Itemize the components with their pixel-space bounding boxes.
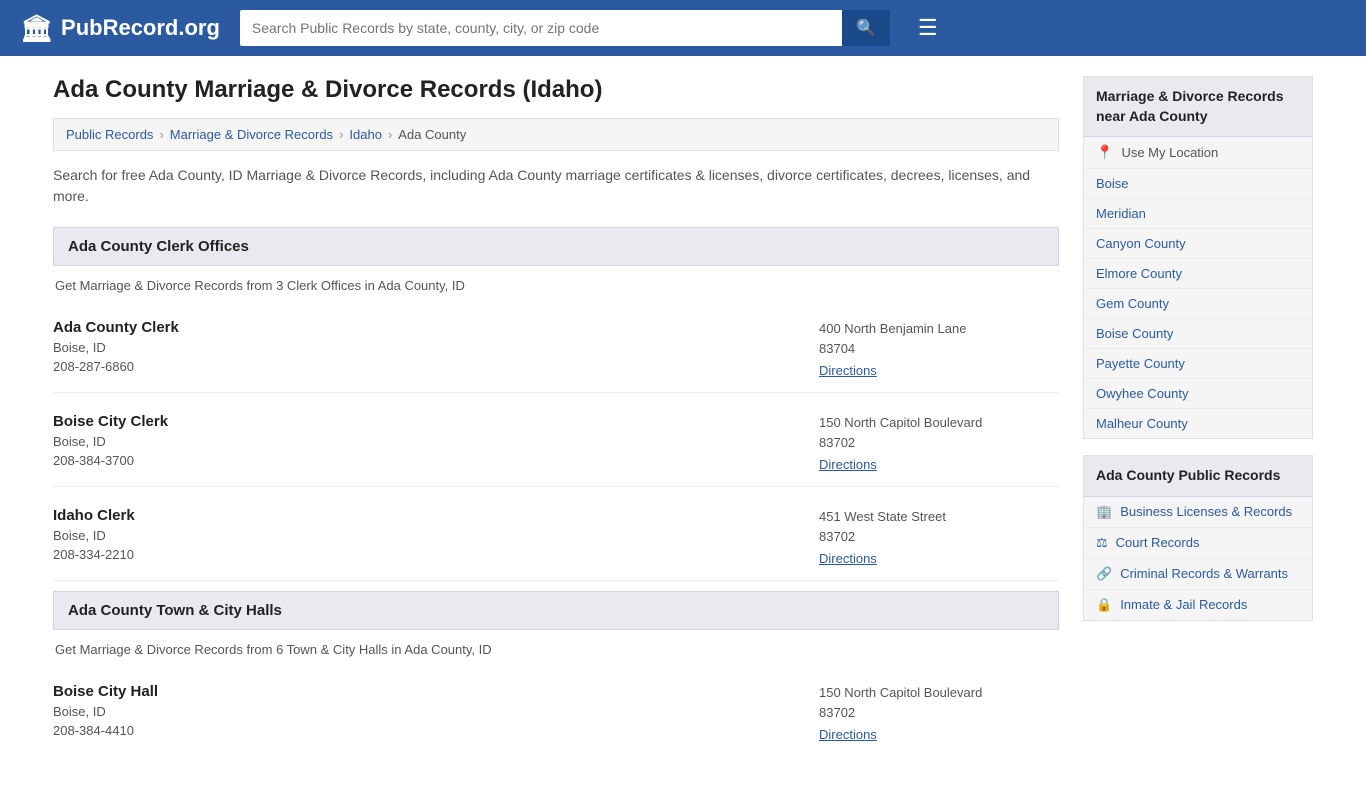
sidebar-item-elmore-county[interactable]: Elmore County bbox=[1084, 259, 1312, 289]
sidebar-payette-county-label: Payette County bbox=[1096, 356, 1185, 371]
cityhall-entry-1-address: 150 North Capitol Boulevard 83702 bbox=[819, 683, 1059, 722]
clerk-entry-1-left: Ada County Clerk Boise, ID 208-287-6860 bbox=[53, 319, 799, 378]
cityhall-entry-1-left: Boise City Hall Boise, ID 208-384-4410 bbox=[53, 683, 799, 742]
sidebar-item-malheur-county[interactable]: Malheur County bbox=[1084, 409, 1312, 438]
breadcrumb-sep-3: › bbox=[388, 127, 392, 142]
clerk-entry-1-right: 400 North Benjamin Lane 83704 Directions bbox=[799, 319, 1059, 378]
clerk-entry-3: Idaho Clerk Boise, ID 208-334-2210 451 W… bbox=[53, 497, 1059, 581]
business-licenses-icon: 🏢 bbox=[1096, 504, 1112, 520]
cityhall-section-header: Ada County Town & City Halls bbox=[53, 591, 1059, 630]
sidebar-item-meridian[interactable]: Meridian bbox=[1084, 199, 1312, 229]
sidebar-item-boise-county[interactable]: Boise County bbox=[1084, 319, 1312, 349]
clerk-entry-2-city: Boise, ID bbox=[53, 434, 799, 449]
cityhall-section-desc: Get Marriage & Divorce Records from 6 To… bbox=[53, 642, 1059, 657]
sidebar-canyon-county-label: Canyon County bbox=[1096, 236, 1186, 251]
cityhall-entry-1-directions[interactable]: Directions bbox=[819, 727, 877, 742]
clerk-entry-3-address: 451 West State Street 83702 bbox=[819, 507, 1059, 546]
sidebar-nearby-title: Marriage & Divorce Records near Ada Coun… bbox=[1084, 77, 1312, 137]
cityhall-entry-1-name: Boise City Hall bbox=[53, 683, 799, 700]
clerk-entry-2-left: Boise City Clerk Boise, ID 208-384-3700 bbox=[53, 413, 799, 472]
search-input[interactable] bbox=[240, 10, 842, 46]
clerk-section-desc: Get Marriage & Divorce Records from 3 Cl… bbox=[53, 278, 1059, 293]
sidebar-malheur-county-label: Malheur County bbox=[1096, 416, 1188, 431]
sidebar-public-records-section: Ada County Public Records 🏢 Business Lic… bbox=[1083, 455, 1313, 621]
sidebar-item-inmate-records[interactable]: 🔒 Inmate & Jail Records bbox=[1084, 590, 1312, 620]
clerk-entry-3-right: 451 West State Street 83702 Directions bbox=[799, 507, 1059, 566]
clerk-entry-2-phone: 208-384-3700 bbox=[53, 453, 799, 468]
clerk-entry-3-directions[interactable]: Directions bbox=[819, 551, 877, 566]
cityhall-entry-1-right: 150 North Capitol Boulevard 83702 Direct… bbox=[799, 683, 1059, 742]
logo[interactable]: 🏛 PubRecord.org bbox=[20, 13, 220, 44]
clerk-section-header: Ada County Clerk Offices bbox=[53, 227, 1059, 266]
cityhall-entry-1-city: Boise, ID bbox=[53, 704, 799, 719]
clerk-entry-2-right: 150 North Capitol Boulevard 83702 Direct… bbox=[799, 413, 1059, 472]
breadcrumb-sep-2: › bbox=[339, 127, 343, 142]
sidebar-criminal-records-label: Criminal Records & Warrants bbox=[1120, 566, 1288, 581]
clerk-entry-1-address: 400 North Benjamin Lane 83704 bbox=[819, 319, 1059, 358]
sidebar-use-location-label: Use My Location bbox=[1121, 145, 1218, 160]
site-header: 🏛 PubRecord.org 🔍 ☰ bbox=[0, 0, 1366, 56]
sidebar-boise-county-label: Boise County bbox=[1096, 326, 1173, 341]
clerk-entry-3-left: Idaho Clerk Boise, ID 208-334-2210 bbox=[53, 507, 799, 566]
location-pin-icon: 📍 bbox=[1096, 144, 1113, 161]
inmate-records-icon: 🔒 bbox=[1096, 597, 1112, 613]
sidebar-gem-county-label: Gem County bbox=[1096, 296, 1169, 311]
logo-icon: 🏛 bbox=[20, 13, 53, 44]
sidebar-nearby-section: Marriage & Divorce Records near Ada Coun… bbox=[1083, 76, 1313, 439]
clerk-entry-2-address: 150 North Capitol Boulevard 83702 bbox=[819, 413, 1059, 452]
clerk-entry-3-phone: 208-334-2210 bbox=[53, 547, 799, 562]
criminal-records-icon: 🔗 bbox=[1096, 566, 1112, 582]
breadcrumb-ada-county: Ada County bbox=[398, 127, 466, 142]
clerk-entry-2-name: Boise City Clerk bbox=[53, 413, 799, 430]
sidebar-public-records-title: Ada County Public Records bbox=[1084, 456, 1312, 497]
breadcrumb-sep-1: › bbox=[159, 127, 163, 142]
clerk-entry-1-directions[interactable]: Directions bbox=[819, 363, 877, 378]
search-area: 🔍 bbox=[240, 10, 890, 46]
sidebar-court-records-label: Court Records bbox=[1116, 535, 1200, 550]
content-area: Ada County Marriage & Divorce Records (I… bbox=[53, 76, 1059, 766]
clerk-entry-1-city: Boise, ID bbox=[53, 340, 799, 355]
search-button[interactable]: 🔍 bbox=[842, 10, 890, 46]
sidebar: Marriage & Divorce Records near Ada Coun… bbox=[1083, 76, 1313, 766]
page-description: Search for free Ada County, ID Marriage … bbox=[53, 165, 1059, 207]
logo-text: PubRecord.org bbox=[61, 15, 220, 41]
sidebar-meridian-label: Meridian bbox=[1096, 206, 1146, 221]
cityhall-entry-1: Boise City Hall Boise, ID 208-384-4410 1… bbox=[53, 673, 1059, 756]
breadcrumb-public-records[interactable]: Public Records bbox=[66, 127, 153, 142]
sidebar-item-owyhee-county[interactable]: Owyhee County bbox=[1084, 379, 1312, 409]
page-title: Ada County Marriage & Divorce Records (I… bbox=[53, 76, 1059, 104]
sidebar-owyhee-county-label: Owyhee County bbox=[1096, 386, 1189, 401]
menu-button[interactable]: ☰ bbox=[910, 11, 946, 45]
breadcrumb-idaho[interactable]: Idaho bbox=[349, 127, 382, 142]
sidebar-item-boise[interactable]: Boise bbox=[1084, 169, 1312, 199]
breadcrumb: Public Records › Marriage & Divorce Reco… bbox=[53, 118, 1059, 151]
sidebar-item-criminal-records[interactable]: 🔗 Criminal Records & Warrants bbox=[1084, 559, 1312, 590]
sidebar-item-court-records[interactable]: ⚖ Court Records bbox=[1084, 528, 1312, 559]
sidebar-business-licenses-label: Business Licenses & Records bbox=[1120, 504, 1292, 519]
sidebar-item-gem-county[interactable]: Gem County bbox=[1084, 289, 1312, 319]
clerk-entry-1: Ada County Clerk Boise, ID 208-287-6860 … bbox=[53, 309, 1059, 393]
sidebar-item-payette-county[interactable]: Payette County bbox=[1084, 349, 1312, 379]
clerk-entry-1-phone: 208-287-6860 bbox=[53, 359, 799, 374]
clerk-entry-3-city: Boise, ID bbox=[53, 528, 799, 543]
hamburger-icon: ☰ bbox=[918, 15, 938, 40]
sidebar-inmate-records-label: Inmate & Jail Records bbox=[1120, 597, 1247, 612]
sidebar-elmore-county-label: Elmore County bbox=[1096, 266, 1182, 281]
cityhall-entry-1-phone: 208-384-4410 bbox=[53, 723, 799, 738]
clerk-entry-1-name: Ada County Clerk bbox=[53, 319, 799, 336]
search-icon: 🔍 bbox=[856, 20, 876, 37]
breadcrumb-marriage-divorce[interactable]: Marriage & Divorce Records bbox=[170, 127, 333, 142]
court-records-icon: ⚖ bbox=[1096, 535, 1108, 551]
clerk-entry-2-directions[interactable]: Directions bbox=[819, 457, 877, 472]
main-container: Ada County Marriage & Divorce Records (I… bbox=[33, 56, 1333, 786]
sidebar-item-business-licenses[interactable]: 🏢 Business Licenses & Records bbox=[1084, 497, 1312, 528]
sidebar-use-location[interactable]: 📍 Use My Location bbox=[1084, 137, 1312, 169]
clerk-entry-3-name: Idaho Clerk bbox=[53, 507, 799, 524]
sidebar-boise-label: Boise bbox=[1096, 176, 1129, 191]
sidebar-item-canyon-county[interactable]: Canyon County bbox=[1084, 229, 1312, 259]
clerk-entry-2: Boise City Clerk Boise, ID 208-384-3700 … bbox=[53, 403, 1059, 487]
